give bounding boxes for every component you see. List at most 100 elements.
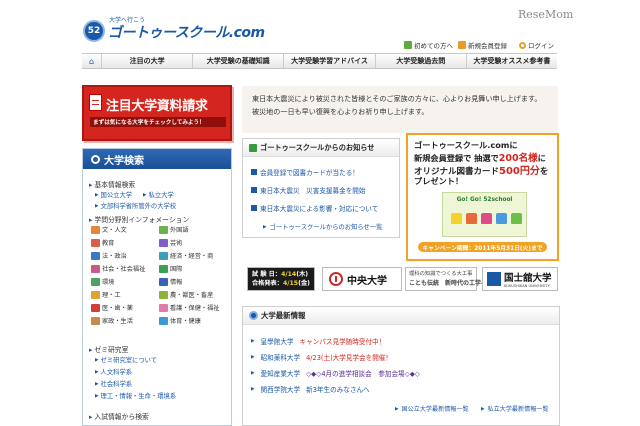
field-label: 経済・経営・商 — [170, 253, 214, 260]
link-about-seminars[interactable]: ゼミ研究室について — [95, 355, 157, 364]
field-label: 体育・健康 — [170, 318, 201, 325]
field-icon — [91, 264, 100, 273]
ad-text: 理科の知識でつくる大工事 — [409, 271, 473, 277]
news-item[interactable]: 皇學館大学キャンパス見学随時受付中！ — [251, 336, 386, 346]
field-environment[interactable]: 環境 — [91, 277, 114, 286]
field-science-engineering[interactable]: 理・工 — [91, 290, 121, 299]
login-link[interactable]: ログイン — [519, 39, 554, 51]
field-agriculture[interactable]: 農・獣医・畜産 — [159, 290, 213, 299]
home-button[interactable]: ⌂ — [82, 54, 102, 68]
notice-item-label: 東日本大震災による影響・対応について — [260, 205, 379, 213]
notice-item[interactable]: 会員登録で図書カードが当たる！ — [251, 167, 359, 177]
field-icon — [159, 225, 168, 234]
field-law-politics[interactable]: 法・政治 — [91, 251, 127, 260]
latest-news-panel: 大学最新情報 皇學館大学キャンパス見学随時受付中！ 昭和薬科大学 4/23(土)大… — [242, 306, 560, 426]
search-panel-header: 大学検索 — [83, 149, 231, 169]
section-seminar-labs[interactable]: ゼミ研究室 — [89, 344, 128, 354]
field-icon — [91, 277, 100, 286]
field-label: 情報 — [170, 279, 183, 286]
home-icon: ⌂ — [88, 56, 95, 66]
field-label: 教育 — [102, 240, 115, 247]
chuo-university-ad[interactable]: 中央大学 — [322, 267, 402, 291]
engineering-ad[interactable]: 理科の知識でつくる大工事 ことも伝統 新時代の工学へ — [405, 267, 488, 291]
notice-item-label: 会員登録で図書カードが当たる！ — [260, 169, 359, 177]
field-foreign-language[interactable]: 外国語 — [159, 225, 189, 234]
field-international[interactable]: 国際 — [159, 264, 182, 273]
field-label: 家政・生活 — [102, 318, 133, 325]
kokushikan-university-ad[interactable]: 国士舘大学 KOKUSHIKAN UNIVERSITY — [482, 267, 558, 291]
public-university-news-link[interactable]: 国公立大学最新情報一覧 — [395, 404, 469, 413]
promo-highlight: 500円分 — [499, 166, 540, 177]
section-fields-info[interactable]: 学問分野別インフォメーション — [89, 214, 189, 224]
promo-text: を — [539, 167, 549, 177]
publisher-logo: ReseMom — [518, 8, 574, 21]
field-economics[interactable]: 経済・経営・商 — [159, 251, 213, 260]
news-header: 大学最新情報 — [243, 307, 559, 325]
field-label: 農・獣医・畜産 — [170, 292, 214, 299]
registration-campaign-promo[interactable]: ゴートゥースクール.comに 新規会員登録で 抽選で200名様に オリジナル図書… — [406, 133, 559, 261]
field-label: 外国語 — [170, 227, 189, 234]
nav-item-exam-basics[interactable]: 大学受験の基礎知識 — [193, 54, 285, 68]
nav-item-past-exams[interactable]: 大学受験過去問 — [376, 54, 467, 68]
notice-item[interactable]: 東日本大震災による影響・対応について — [251, 203, 378, 213]
tshirt-icon — [481, 213, 492, 224]
tshirt-icon — [451, 213, 462, 224]
bullet-icon — [251, 205, 257, 211]
link-humanities[interactable]: 人文科学系 — [95, 367, 132, 376]
nav-item-featured-universities[interactable]: 注目の大学 — [102, 54, 194, 68]
global-nav: ⌂ 注目の大学 大学受験の基礎知識 大学受験学習アドバイス 大学受験過去問 大学… — [82, 53, 557, 69]
private-university-news-link[interactable]: 私立大学最新情報一覧 — [481, 404, 549, 413]
first-visit-link[interactable]: 初めての方へ — [404, 39, 453, 51]
field-information[interactable]: 情報 — [159, 277, 182, 286]
field-label: 法・政治 — [102, 253, 127, 260]
field-icon — [159, 264, 168, 273]
notice-list-link[interactable]: ゴートゥースクールからのお知らせ一覧 — [263, 222, 383, 231]
nav-item-study-advice[interactable]: 大学受験学習アドバイス — [284, 54, 376, 68]
field-label: 看護・保健・福祉 — [170, 305, 220, 312]
exam-date-ad[interactable]: 試 験 日：4/14(木) 合格発表：4/15(金) — [247, 267, 315, 291]
field-icon — [91, 290, 100, 299]
field-arts[interactable]: 芸術 — [159, 238, 182, 247]
site-logo[interactable]: ゴートゥースクール.com — [108, 22, 265, 42]
member-registration-link[interactable]: 新規会員登録 — [458, 39, 507, 51]
field-literature[interactable]: 文・人文 — [91, 225, 127, 234]
chuo-logo-icon — [329, 272, 343, 286]
section-exam-search[interactable]: 入試情報から検索 — [89, 411, 148, 421]
news-item[interactable]: 昭和薬科大学 4/23(土)大学見学会を開催！ — [251, 352, 392, 362]
nav-item-reference-books[interactable]: 大学受験オススメ参考書 — [467, 54, 557, 68]
notice-item-label: 東日本大震災 災害支援募金を開始 — [260, 187, 366, 195]
field-medicine[interactable]: 医・歯・薬 — [91, 303, 133, 312]
ad-text: KOKUSHIKAN UNIVERSITY — [504, 284, 550, 288]
exam-date-line: 試 験 日：4/14(木) — [252, 270, 310, 279]
link-science-tech[interactable]: 理工・情報・生命・環境系 — [95, 391, 177, 400]
notice-item[interactable]: 東日本大震災 災害支援募金を開始 — [251, 185, 366, 195]
field-nursing[interactable]: 看護・保健・福祉 — [159, 303, 220, 312]
field-social-welfare[interactable]: 社会・社会福祉 — [91, 264, 145, 273]
gift-card-image: Go! Go! 52school — [442, 192, 527, 237]
notice-icon — [249, 143, 257, 152]
section-basic-search[interactable]: 基本情報検索 — [89, 179, 135, 189]
field-icon — [159, 316, 168, 325]
document-request-banner[interactable]: 注目大学資料請求 まずは気になる大学をチェックしてみよう！ — [82, 85, 232, 141]
link-private[interactable]: 私立大学 — [143, 190, 174, 199]
link-non-mext-colleges[interactable]: 文部科学省所管外の大学校 — [95, 201, 177, 210]
field-grid: 文・人文 外国語 教育 芸術 法・政治 経済・経営・商 社会・社会福祉 国際 環… — [91, 225, 227, 335]
promo-line: プレゼント！ — [414, 176, 464, 186]
link-national-public[interactable]: 国公立大学 — [95, 190, 132, 199]
news-item[interactable]: 関西学院大学新3年生のみなさんへ — [251, 384, 370, 394]
news-university: 昭和薬科大学 — [260, 354, 301, 362]
ad-label: 試 験 日： — [252, 271, 282, 278]
field-label: 芸術 — [170, 240, 183, 247]
site-logo-badge[interactable]: 52 — [83, 20, 105, 42]
field-icon — [91, 316, 100, 325]
banner-title: 注目大学資料請求 — [106, 99, 208, 114]
first-visit-label: 初めての方へ — [414, 42, 453, 50]
field-physical-education[interactable]: 体育・健康 — [159, 316, 201, 325]
field-home-economics[interactable]: 家政・生活 — [91, 316, 133, 325]
ad-text: 中央大学 — [347, 275, 387, 287]
link-social-sciences[interactable]: 社会科学系 — [95, 379, 132, 388]
news-item[interactable]: 愛知産業大学 ◇◆◇4月の進学相談会 参加会場◇◆◇ — [251, 368, 420, 378]
ad-text: ことも伝統 新時代の工学へ — [409, 280, 488, 287]
login-icon — [519, 41, 526, 49]
field-education[interactable]: 教育 — [91, 238, 114, 247]
